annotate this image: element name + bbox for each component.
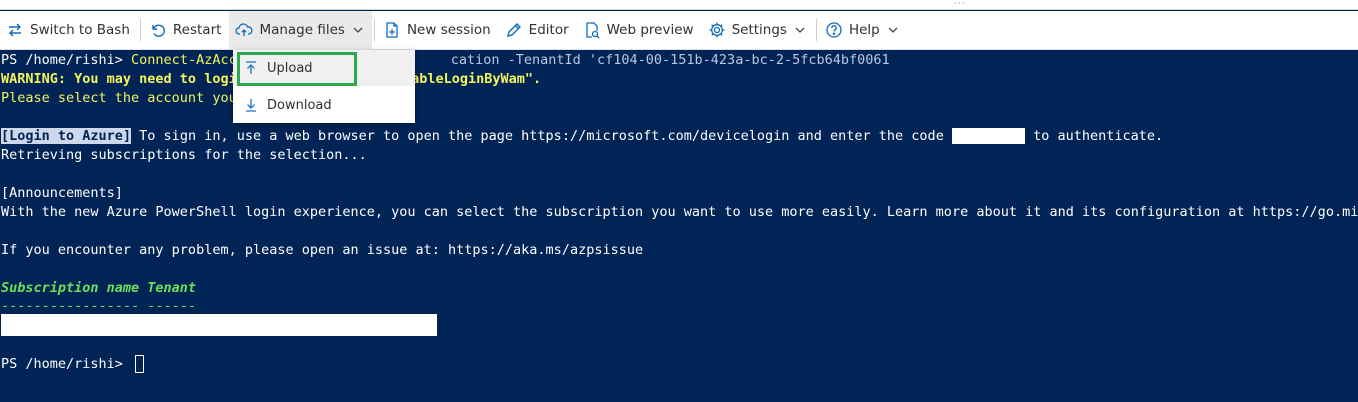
upload-icon	[243, 60, 259, 76]
new-session-button[interactable]: New session	[377, 11, 499, 50]
web-preview-label: Web preview	[606, 22, 694, 38]
redacted-row	[1, 314, 437, 336]
terminal-line: [Announcements]	[1, 185, 123, 201]
cloud-shell-toolbar: Switch to Bash Restart Manage files New …	[0, 10, 1358, 50]
editor-button[interactable]: Editor	[499, 11, 577, 50]
menu-item-upload[interactable]: Upload	[233, 50, 415, 86]
chevron-down-icon	[794, 24, 806, 36]
terminal-cursor	[135, 355, 145, 373]
upload-label: Upload	[267, 60, 313, 76]
terminal-output[interactable]: PS /home/rishi> Connect-AzAcc cation -Ten…	[0, 50, 1358, 402]
editor-label: Editor	[528, 22, 569, 38]
help-icon	[825, 21, 843, 39]
settings-button[interactable]: Settings	[702, 11, 814, 50]
toolbar-separator	[815, 19, 817, 41]
prompt-line: PS /home/rishi>	[1, 355, 145, 374]
switch-arrows-icon	[6, 21, 24, 39]
download-label: Download	[267, 97, 332, 113]
web-preview-icon	[583, 21, 601, 39]
manage-files-button[interactable]: Manage files	[229, 10, 372, 50]
web-preview-button[interactable]: Web preview	[577, 11, 702, 50]
terminal-line: PS /home/rishi> Connect-AzAcc cation -Ten…	[1, 52, 890, 68]
resize-grip-icon[interactable]: ···	[954, 0, 966, 9]
terminal-line: With the new Azure PowerShell login expe…	[1, 204, 1358, 220]
manage-files-menu: Upload Download	[233, 50, 415, 123]
cloud-upload-icon	[235, 21, 253, 39]
manage-files-label: Manage files	[259, 22, 345, 38]
new-session-label: New session	[406, 22, 491, 38]
settings-label: Settings	[731, 22, 787, 38]
restart-label: Restart	[172, 22, 222, 38]
gear-icon	[708, 21, 726, 39]
window-top-strip: ···	[0, 0, 1358, 10]
menu-item-download[interactable]: Download	[233, 87, 415, 123]
toolbar-separator	[139, 19, 141, 41]
help-label: Help	[848, 22, 880, 38]
terminal-line: If you encounter any problem, please ope…	[1, 242, 644, 258]
new-session-icon	[383, 21, 401, 39]
pencil-icon	[505, 21, 523, 39]
chevron-down-icon	[352, 24, 364, 36]
download-icon	[243, 97, 259, 113]
terminal-line: Please select the account you	[1, 90, 237, 106]
redacted-code	[951, 128, 1025, 144]
switch-to-bash-label: Switch to Bash	[30, 22, 130, 38]
restart-button[interactable]: Restart	[143, 11, 230, 50]
toolbar-separator	[373, 19, 375, 41]
terminal-line: Retrieving subscriptions for the selecti…	[1, 147, 367, 163]
restart-icon	[149, 21, 167, 39]
help-button[interactable]: Help	[819, 11, 907, 50]
login-line: [Login to Azure] To sign in, use a web b…	[1, 128, 1164, 144]
selected-text: [Login to Azure]	[1, 128, 132, 144]
table-header: Subscription name Tenant	[1, 280, 197, 296]
chevron-down-icon	[887, 24, 899, 36]
switch-to-bash-button[interactable]: Switch to Bash	[0, 11, 138, 50]
